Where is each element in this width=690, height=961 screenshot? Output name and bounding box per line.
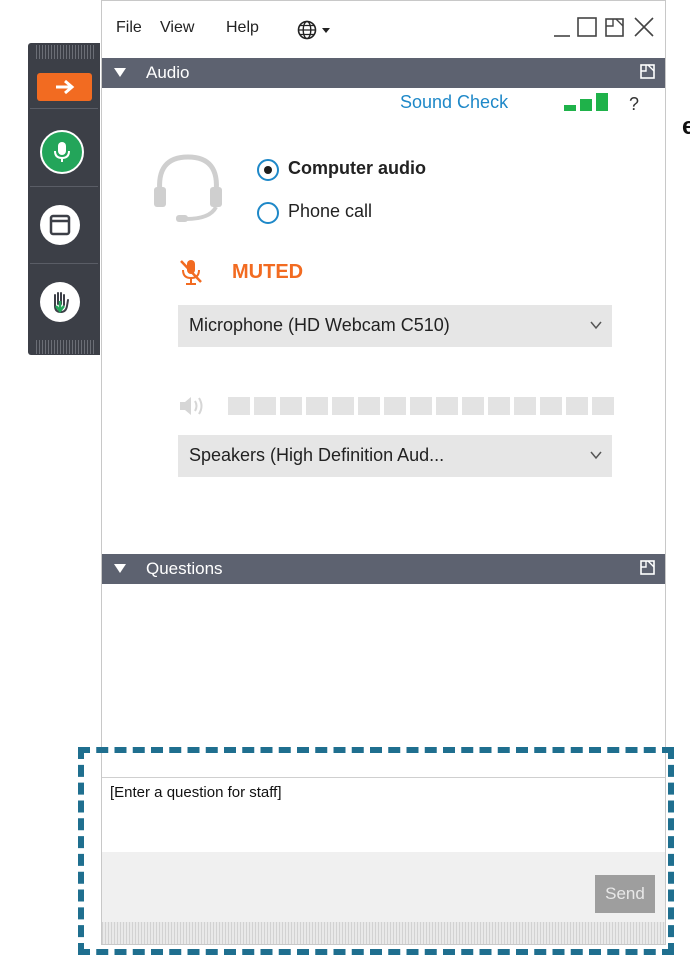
help-button[interactable]: ?	[629, 94, 639, 115]
close-button[interactable]	[632, 15, 656, 44]
raise-hand-button[interactable]	[40, 282, 80, 322]
minimize-button[interactable]	[552, 15, 572, 44]
muted-mic-icon[interactable]	[178, 257, 204, 287]
level-segment	[436, 397, 458, 415]
divider	[30, 186, 98, 187]
headset-icon	[154, 154, 222, 222]
arrow-right-icon	[55, 79, 74, 95]
divider	[30, 108, 98, 109]
popout-icon[interactable]	[640, 560, 655, 575]
background-text-fragment: e	[682, 113, 690, 140]
grab-handle-top[interactable]	[36, 45, 96, 59]
questions-panel-title: Questions	[146, 559, 223, 578]
chevron-down-icon	[590, 321, 602, 330]
level-segment	[384, 397, 406, 415]
phone-call-radio[interactable]	[257, 202, 279, 224]
close-icon	[634, 17, 654, 37]
level-segment	[358, 397, 380, 415]
level-segment	[488, 397, 510, 415]
level-segment	[332, 397, 354, 415]
globe-icon	[297, 20, 330, 40]
level-segment	[566, 397, 588, 415]
sound-check-link[interactable]: Sound Check	[400, 92, 508, 113]
level-segment	[410, 397, 432, 415]
screen-view-button[interactable]	[40, 205, 80, 245]
audio-panel-title: Audio	[146, 63, 190, 82]
highlight-frame	[78, 747, 674, 955]
signal-bar	[580, 99, 592, 111]
level-segment	[514, 397, 536, 415]
signal-bar	[596, 93, 608, 111]
speaker-icon	[180, 397, 203, 415]
audio-panel-header[interactable]: Audio	[102, 58, 665, 88]
maximize-button[interactable]	[576, 15, 598, 44]
signal-bar	[564, 105, 576, 111]
mic-status-label: MUTED	[232, 261, 304, 283]
maximize-icon	[577, 17, 597, 37]
computer-audio-label[interactable]: Computer audio	[288, 158, 426, 179]
questions-panel-header[interactable]: Questions	[102, 554, 665, 584]
collapse-triangle-icon	[114, 68, 126, 77]
speakers-select-value: Speakers (High Definition Aud...	[189, 445, 445, 465]
menu-bar: File View Help	[102, 1, 665, 57]
microphone-select-value: Microphone (HD Webcam C510)	[189, 315, 450, 335]
raise-hand-icon	[54, 292, 69, 314]
level-segment	[540, 397, 562, 415]
level-segment	[254, 397, 276, 415]
microphone-icon	[54, 142, 70, 162]
phone-call-label[interactable]: Phone call	[288, 201, 372, 222]
menu-file[interactable]: File	[116, 19, 142, 37]
microphone-select[interactable]: Microphone (HD Webcam C510)	[178, 305, 612, 347]
grab-handle-bottom[interactable]	[36, 340, 96, 354]
level-segment	[280, 397, 302, 415]
popout-icon	[605, 18, 624, 37]
window-icon	[49, 214, 71, 236]
chevron-down-icon	[590, 451, 602, 460]
microphone-button[interactable]	[40, 130, 84, 174]
level-segment	[592, 397, 614, 415]
collapse-triangle-icon	[114, 564, 126, 573]
level-segment	[462, 397, 484, 415]
minimize-icon	[554, 35, 570, 37]
level-segment	[228, 397, 250, 415]
computer-audio-radio[interactable]	[257, 159, 279, 181]
menu-view[interactable]: View	[160, 19, 194, 37]
collapse-panel-button[interactable]	[37, 73, 92, 101]
language-dropdown[interactable]	[297, 19, 339, 46]
divider	[30, 263, 98, 264]
speakers-select[interactable]: Speakers (High Definition Aud...	[178, 435, 612, 477]
level-segment	[306, 397, 328, 415]
popout-icon[interactable]	[640, 64, 655, 79]
menu-help[interactable]: Help	[226, 19, 259, 37]
popout-window-button[interactable]	[604, 15, 626, 44]
